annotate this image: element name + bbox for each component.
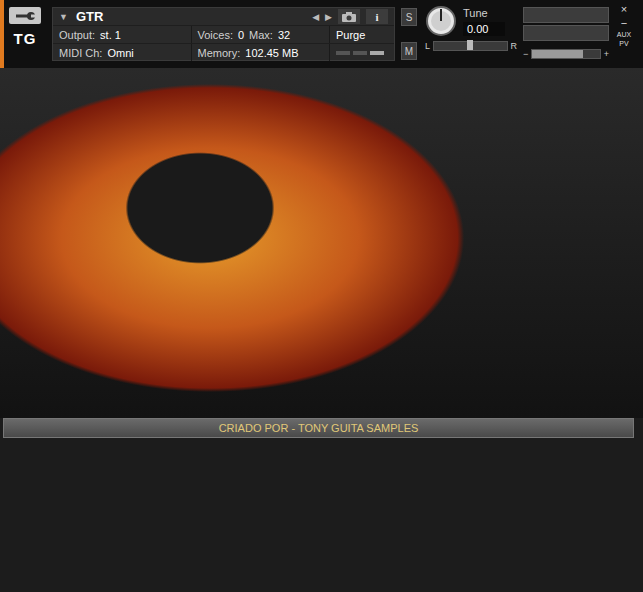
separator — [329, 44, 330, 61]
pan-left-label: L — [425, 41, 430, 51]
window-buttons: × − AUX PV — [615, 0, 633, 68]
credit-text: CRIADO POR - TONY GUITA SAMPLES — [219, 422, 419, 434]
minimize-button[interactable]: − — [621, 17, 627, 29]
output-row: Output: st. 1 Voices: 0 Max: 32 Purge — [53, 26, 394, 44]
instrument-name: ▼ GTR — [59, 9, 306, 24]
output-label: Output: — [59, 29, 95, 41]
collapse-button[interactable]: ▼ — [59, 12, 68, 22]
separator — [191, 44, 192, 61]
midi-label: MIDI Ch: — [59, 47, 102, 59]
guitar-photo — [0, 68, 643, 418]
logo-column: TG — [4, 0, 46, 68]
logo-text: TG — [14, 30, 37, 47]
separator — [191, 26, 192, 43]
volume-fill[interactable] — [532, 50, 583, 58]
memory-label: Memory: — [198, 47, 241, 59]
volume-plus: + — [604, 49, 609, 59]
tune-group: Tune 0.00 — [425, 5, 517, 37]
purge-label: Purge — [336, 29, 365, 41]
wrench-icon[interactable] — [9, 7, 41, 24]
pan-track — [433, 41, 507, 51]
mute-button[interactable]: M — [401, 42, 417, 60]
tune-knob[interactable] — [425, 5, 457, 37]
tune-labels: Tune 0.00 — [463, 7, 505, 36]
memory-value: 102.45 MB — [245, 47, 298, 59]
solo-mute-column: SM — [401, 0, 419, 68]
pan-slider: LR — [425, 41, 517, 51]
tune-column: Tune0.00LR — [425, 0, 517, 68]
voices-field: Voices: 0 Max: 32 — [198, 29, 324, 41]
meter-column: −+ — [523, 0, 609, 68]
midi-field[interactable]: MIDI Ch: Omni — [59, 47, 185, 59]
max-value[interactable]: 32 — [278, 29, 290, 41]
instrument-name-text[interactable]: GTR — [76, 9, 103, 24]
instrument-header: TG ▼ GTR ◀ ▶ i Output: st. 1 Voices: 0 Max: 32 Purge… — [0, 0, 643, 68]
tune-value[interactable]: 0.00 — [463, 22, 505, 36]
volume-track — [531, 49, 600, 59]
pan-right-label: R — [511, 41, 518, 51]
pan-thumb[interactable] — [467, 40, 473, 50]
tune-label: Tune — [463, 7, 505, 19]
voices-value: 0 — [238, 29, 244, 41]
output-value: st. 1 — [100, 29, 121, 41]
solo-label: S — [406, 12, 413, 23]
empty-area — [0, 438, 643, 592]
voices-label: Voices: — [198, 29, 233, 41]
close-button[interactable]: × — [621, 3, 627, 15]
level-meter — [523, 25, 609, 41]
info-button[interactable]: i — [366, 9, 388, 24]
midi-value: Omni — [107, 47, 133, 59]
level-meter — [523, 7, 609, 23]
solo-button[interactable]: S — [401, 8, 417, 26]
separator — [329, 26, 330, 43]
midi-row: MIDI Ch: Omni Memory: 102.45 MB — [53, 44, 394, 61]
prev-button[interactable]: ◀ — [312, 12, 319, 22]
name-row: ▼ GTR ◀ ▶ i — [53, 8, 394, 26]
instrument-panel: ▼ GTR ◀ ▶ i Output: st. 1 Voices: 0 Max: 32 Purge MI… — [52, 7, 395, 61]
volume-slider: −+ — [523, 49, 609, 59]
volume-minus: − — [523, 49, 528, 59]
mute-label: M — [405, 46, 413, 57]
camera-icon[interactable] — [338, 9, 360, 24]
credit-bar: CRIADO POR - TONY GUITA SAMPLES — [3, 418, 634, 438]
purge-dropdown[interactable]: Purge — [336, 29, 388, 41]
output-field[interactable]: Output: st. 1 — [59, 29, 185, 41]
pv-button[interactable]: PV — [619, 40, 628, 47]
aux-button[interactable]: AUX — [617, 31, 631, 38]
memory-field: Memory: 102.45 MB — [198, 47, 324, 59]
info-text: i — [375, 11, 378, 23]
next-button[interactable]: ▶ — [325, 12, 332, 22]
max-label: Max: — [249, 29, 273, 41]
cpu-bars-icon — [336, 51, 388, 55]
